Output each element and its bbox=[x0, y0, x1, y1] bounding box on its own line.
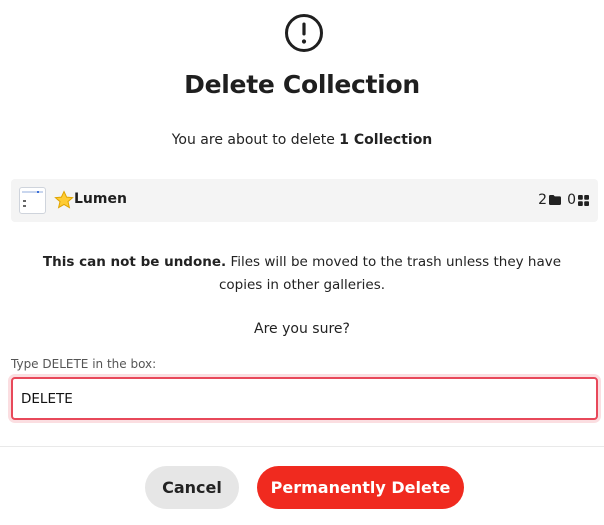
collection-thumbnail bbox=[19, 187, 46, 214]
confirm-delete-input[interactable] bbox=[11, 377, 598, 420]
collection-counts: 2 0 bbox=[538, 191, 589, 209]
warning-rest: Files will be moved to the trash unless … bbox=[218, 254, 562, 293]
confirm-field-label: Type DELETE in the box: bbox=[11, 357, 157, 371]
warning-message: This can not be undone. Files will be mo… bbox=[20, 251, 584, 297]
item-count: 0 bbox=[567, 192, 576, 208]
collection-name: Lumen bbox=[74, 191, 127, 207]
subtitle-prefix: You are about to delete bbox=[171, 132, 340, 148]
folder-icon bbox=[549, 195, 562, 205]
footer-divider bbox=[0, 446, 604, 447]
grid-icon bbox=[578, 194, 589, 206]
permanently-delete-button[interactable]: Permanently Delete bbox=[257, 466, 464, 509]
cancel-button[interactable]: Cancel bbox=[145, 466, 239, 509]
confirm-question: Are you sure? bbox=[254, 321, 350, 337]
collection-row: Lumen 2 0 bbox=[11, 179, 598, 222]
subtitle-count: 1 Collection bbox=[339, 132, 433, 148]
exclamation-circle-icon bbox=[285, 14, 323, 52]
star-icon bbox=[54, 190, 74, 209]
dialog-title: Delete Collection bbox=[184, 70, 420, 99]
folder-count: 2 bbox=[538, 192, 548, 208]
dialog-subtitle: You are about to delete 1 Collection bbox=[0, 132, 604, 148]
warning-bold: This can not be undone. bbox=[42, 254, 227, 270]
